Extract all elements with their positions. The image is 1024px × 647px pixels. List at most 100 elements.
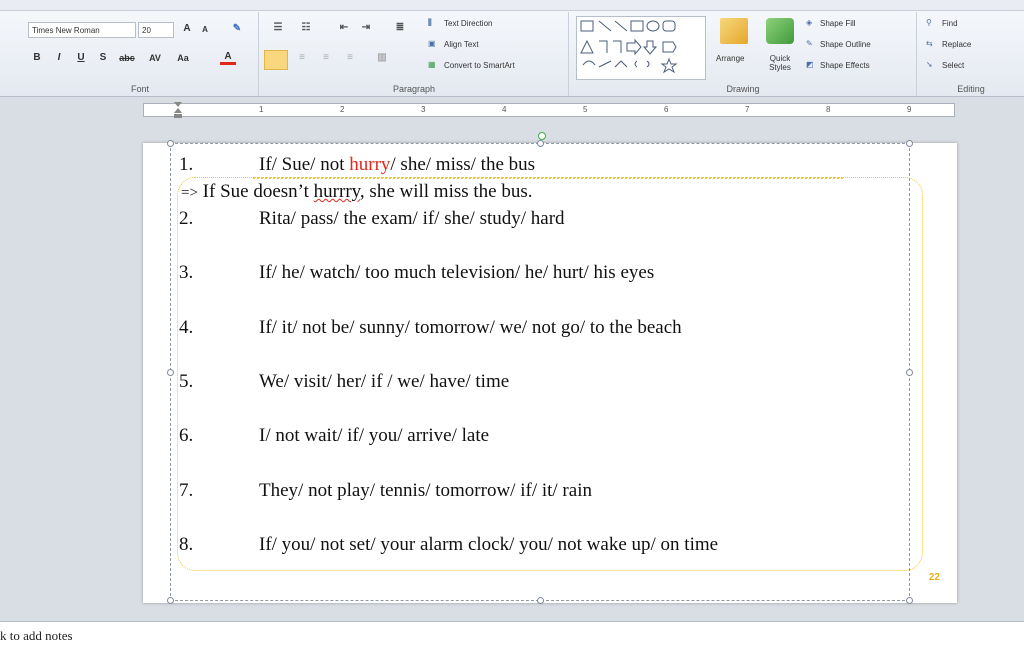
ruler-mark: 8 [826, 105, 831, 114]
drawing-group-label: Drawing [726, 84, 760, 94]
resize-handle[interactable] [537, 597, 544, 604]
align-text-button[interactable]: Align Text [444, 40, 479, 49]
line-spacing-icon[interactable]: ≣ [390, 22, 410, 33]
align-right-icon[interactable]: ≡ [316, 52, 336, 63]
underline-button[interactable]: U [74, 52, 88, 63]
character-spacing-button[interactable]: AV [144, 53, 166, 63]
ruler-mark: 2 [340, 105, 345, 114]
paragraph-group: ☰ ☷ ⇤ ⇥ ≣ ≡ ≡ ≡ ▥ ⫼ Text Direction ▣ Ali… [260, 12, 569, 96]
columns-icon[interactable]: ▥ [372, 52, 392, 63]
quick-styles-button[interactable]: Quick Styles [762, 54, 798, 72]
horizontal-ruler[interactable]: 1 2 3 4 5 6 7 8 9 [143, 102, 955, 118]
bold-button[interactable]: B [30, 52, 44, 63]
notes-pane[interactable]: k to add notes [0, 621, 1024, 647]
italic-button[interactable]: I [52, 52, 66, 63]
item-number: 5. [179, 371, 194, 392]
slide-number: 22 [928, 572, 940, 583]
increase-indent-icon[interactable]: ⇥ [356, 22, 376, 33]
text-direction-button[interactable]: Text Direction [444, 19, 492, 28]
item-number: 8. [179, 534, 194, 555]
item-text: If/ he/ watch/ too much television/ he/ … [259, 262, 655, 283]
notes-placeholder: k to add notes [0, 628, 73, 643]
highlighted-word: hurry [349, 154, 391, 175]
resize-handle[interactable] [906, 597, 913, 604]
ribbon-tab-strip [0, 0, 1024, 11]
select-button[interactable]: Select [942, 61, 964, 70]
slide-canvas[interactable]: 1. If/ Sue/ not hurry/ she/ miss/ the bu… [143, 132, 957, 604]
item-text: They/ not play/ tennis/ tomorrow/ if/ it… [259, 480, 592, 501]
align-left-button[interactable] [264, 50, 288, 70]
grow-font-button[interactable]: A [180, 23, 194, 34]
editing-group: ⚲ Find ⇆ Replace ➘ Select Editing [918, 12, 1024, 96]
drawing-group: Arrange Quick Styles ◈ Shape Fill ✎ Shap… [570, 12, 917, 96]
align-center-icon[interactable]: ≡ [292, 52, 312, 63]
ruler-mark: 6 [664, 105, 669, 114]
item-text: I/ not wait/ if/ you/ arrive/ late [259, 425, 490, 446]
item-text: Rita/ pass/ the exam/ if/ she/ study/ ha… [259, 208, 565, 229]
item-number: 6. [179, 425, 194, 446]
font-group-label: Font [130, 84, 149, 94]
find-button[interactable]: Find [942, 19, 958, 28]
font-color-button[interactable]: A [220, 51, 236, 65]
numbering-icon[interactable]: ☷ [296, 22, 316, 33]
quick-styles-icon [766, 18, 794, 44]
item-number: 1. [179, 154, 194, 175]
item-number: 4. [179, 317, 194, 338]
shape-outline-button[interactable]: Shape Outline [820, 40, 871, 49]
shape-fill-button[interactable]: Shape Fill [820, 19, 856, 28]
resize-handle[interactable] [167, 369, 174, 376]
align-text-icon: ▣ [428, 39, 436, 48]
shapes-gallery[interactable] [576, 16, 706, 80]
shape-effects-button[interactable]: Shape Effects [820, 61, 870, 70]
justify-icon[interactable]: ≡ [340, 52, 360, 63]
resize-handle[interactable] [167, 140, 174, 147]
item-text-part: / she/ miss/ the bus [390, 154, 536, 175]
font-group: Times New Roman 20 A A ✎ B I U S abc AV … [22, 12, 259, 96]
answer-line: => If Sue doesn’t hurrry, she will miss … [181, 181, 533, 203]
ruler-mark: 1 [259, 105, 264, 114]
shape-outline-icon: ✎ [806, 39, 813, 48]
item-number: 3. [179, 262, 194, 283]
font-size-box[interactable]: 20 [138, 22, 174, 38]
misspelled-word: hurrry [313, 181, 360, 202]
resize-handle[interactable] [906, 140, 913, 147]
shape-fill-icon: ◈ [806, 18, 813, 27]
strikethrough-button[interactable]: abc [116, 53, 138, 63]
rotate-handle-icon[interactable] [538, 132, 546, 140]
editing-group-label: Editing [957, 84, 985, 94]
shape-effects-icon: ◩ [806, 60, 814, 69]
change-case-button[interactable]: Aa [172, 53, 194, 63]
item-text: If/ it/ not be/ sunny/ tomorrow/ we/ not… [259, 317, 682, 338]
shapes-gallery-icons [580, 20, 678, 74]
decrease-indent-icon[interactable]: ⇤ [334, 22, 354, 33]
item-text-part: If/ Sue/ not [259, 154, 350, 175]
ruler-mark: 4 [502, 105, 507, 114]
item-number: 2. [179, 208, 194, 229]
convert-smartart-button[interactable]: Convert to SmartArt [444, 61, 515, 70]
select-icon: ➘ [926, 60, 933, 69]
ribbon: Times New Roman 20 A A ✎ B I U S abc AV … [0, 0, 1024, 97]
arrange-button[interactable]: Arrange [716, 54, 744, 63]
replace-button[interactable]: Replace [942, 40, 971, 49]
paragraph-group-label: Paragraph [392, 84, 436, 94]
smartart-icon: ▦ [428, 60, 436, 69]
text-direction-icon: ⫼ [428, 18, 432, 27]
bullets-icon[interactable]: ☰ [268, 22, 288, 33]
clear-formatting-icon[interactable]: ✎ [230, 23, 244, 34]
item-text: We/ visit/ her/ if / we/ have/ time [259, 371, 510, 392]
shadow-button[interactable]: S [96, 52, 110, 63]
arrow-marker: => [181, 185, 198, 201]
indent-marker-icon[interactable] [174, 102, 182, 118]
ruler-mark: 9 [907, 105, 912, 114]
list-item: 1. If/ Sue/ not hurry/ she/ miss/ the bu… [143, 154, 943, 178]
item-text: If/ Sue/ not hurry/ she/ miss/ the bus [259, 154, 535, 176]
resize-handle[interactable] [167, 597, 174, 604]
item-text: If/ you/ not set/ your alarm clock/ you/… [259, 534, 719, 555]
shrink-font-button[interactable]: A [198, 25, 212, 34]
item-number: 7. [179, 480, 194, 501]
resize-handle[interactable] [537, 140, 544, 147]
answer-text-part: , she will miss the bus. [359, 181, 533, 202]
resize-handle[interactable] [906, 369, 913, 376]
arrange-icon [720, 18, 748, 44]
font-name-box[interactable]: Times New Roman [28, 22, 136, 38]
